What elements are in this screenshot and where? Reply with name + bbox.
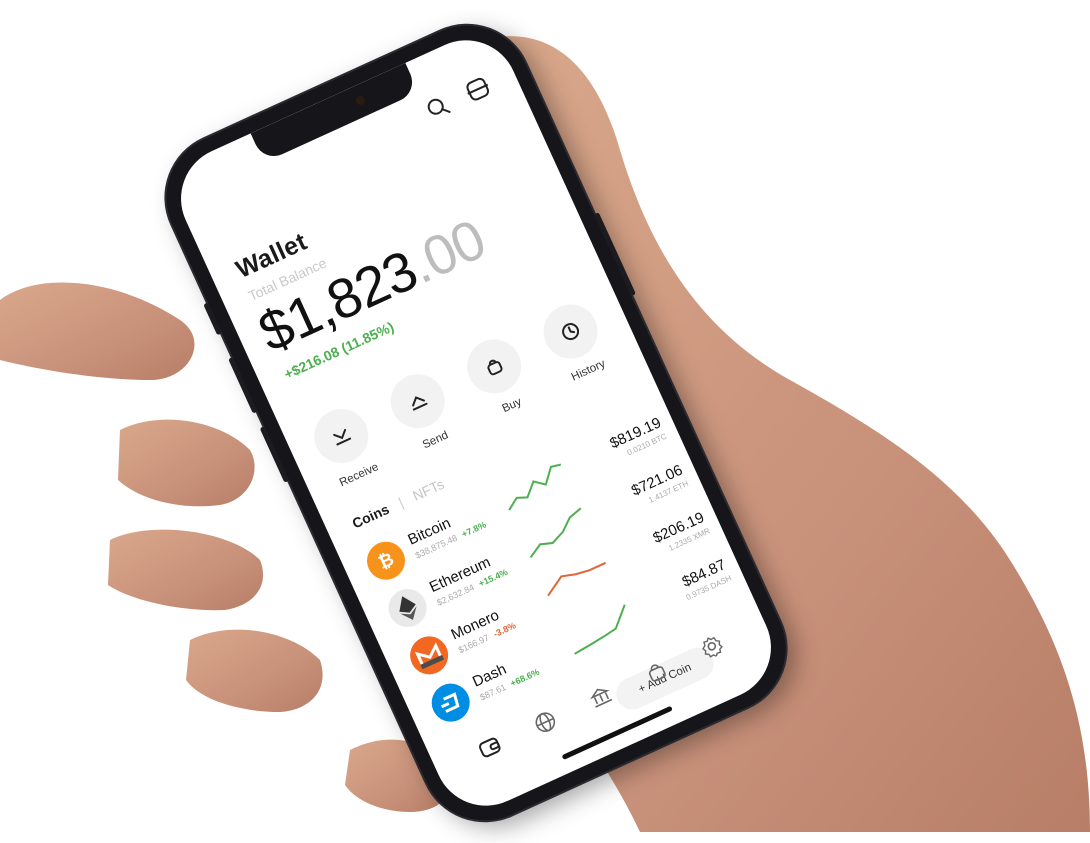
tab-separator: |: [395, 494, 406, 511]
wallet-icon[interactable]: [473, 730, 507, 764]
history-button[interactable]: History: [532, 295, 618, 389]
buy-button[interactable]: Buy: [456, 329, 542, 423]
monero-icon: [403, 630, 455, 681]
dash-icon: [425, 677, 476, 728]
bag-icon: [458, 330, 530, 403]
receive-button[interactable]: Receive: [303, 399, 389, 493]
tab-coins[interactable]: Coins: [350, 501, 392, 532]
bitcoin-icon: ₿: [360, 535, 412, 586]
header-icons: [419, 71, 496, 126]
ethereum-icon: [382, 582, 433, 634]
clock-icon: [534, 295, 607, 368]
tab-nfts[interactable]: NFTs: [410, 476, 446, 504]
scene: Wallet Total Balance $1,823.00 +$216.08 …: [0, 0, 1090, 842]
scan-icon[interactable]: [459, 71, 496, 108]
bank-icon[interactable]: [584, 680, 618, 714]
coin-change: +7.8%: [460, 519, 488, 540]
camera-dot: [354, 94, 367, 107]
send-button[interactable]: Send: [379, 364, 465, 458]
coin-change: +68.6%: [508, 666, 542, 689]
search-icon[interactable]: [419, 89, 456, 126]
bag-icon[interactable]: [639, 654, 673, 688]
send-icon: [381, 365, 454, 437]
coin-holding: $819.19 0.0210 BTC: [607, 414, 668, 462]
receive-icon: [305, 400, 378, 472]
gear-icon[interactable]: [694, 629, 728, 663]
globe-icon[interactable]: [528, 705, 562, 739]
